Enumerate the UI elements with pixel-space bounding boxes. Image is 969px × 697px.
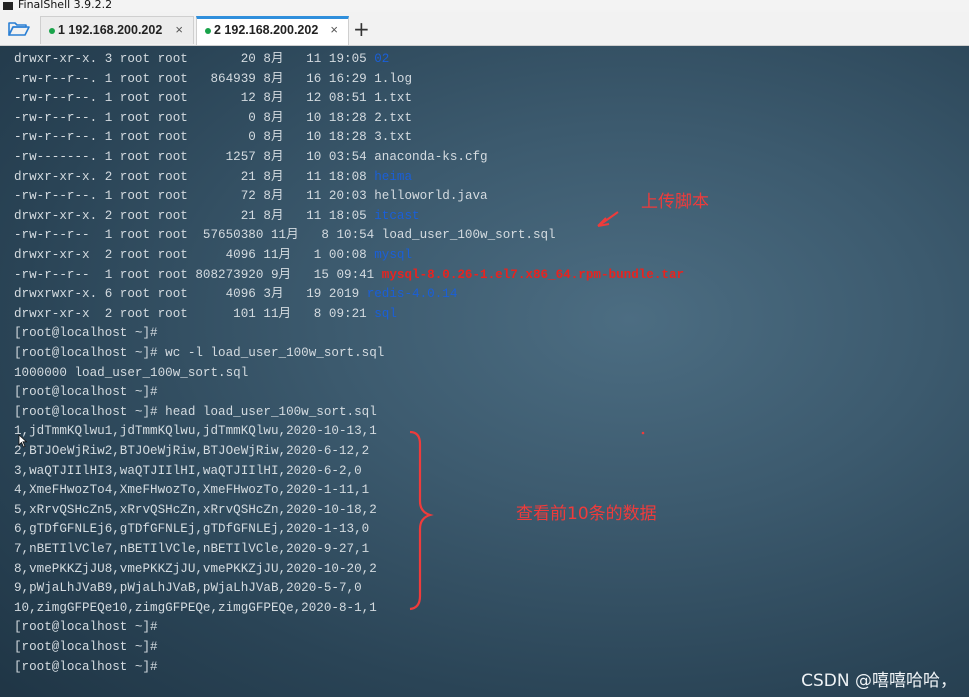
annotation-overlay [409, 211, 645, 611]
curly-brace [409, 430, 434, 611]
arrow-icon [600, 211, 619, 225]
annotation-view-top10: 查看前10条的数据 [516, 504, 657, 524]
terminal-output[interactable]: drwxr-xr-x. 3 root root 20 8月 11 19:05 0… [0, 46, 969, 697]
tab-label: 1 192.168.200.202 [58, 23, 163, 37]
folder-open-icon[interactable] [8, 20, 30, 37]
tab-session-2[interactable]: 2 192.168.200.202 × [196, 16, 349, 45]
annotation-upload-script: 上传脚本 [641, 192, 709, 212]
connection-status-icon [205, 28, 211, 34]
window-title-bar: FinalShell 3.9.2.2 [0, 0, 969, 12]
close-icon[interactable]: × [175, 22, 183, 37]
connection-status-icon [49, 28, 55, 34]
app-icon [3, 2, 13, 10]
window-title: FinalShell 3.9.2.2 [18, 0, 113, 11]
plus-icon[interactable]: + [353, 17, 370, 41]
mouse-cursor-icon [18, 434, 28, 448]
annotation-dot [641, 431, 645, 435]
tab-session-1[interactable]: 1 192.168.200.202 × [40, 16, 194, 44]
tab-label: 2 192.168.200.202 [214, 23, 319, 37]
close-icon[interactable]: × [330, 22, 338, 37]
tab-bar: 1 192.168.200.202 × 2 192.168.200.202 × … [0, 12, 969, 46]
watermark: CSDN @嘻嘻哈哈， [801, 671, 957, 691]
